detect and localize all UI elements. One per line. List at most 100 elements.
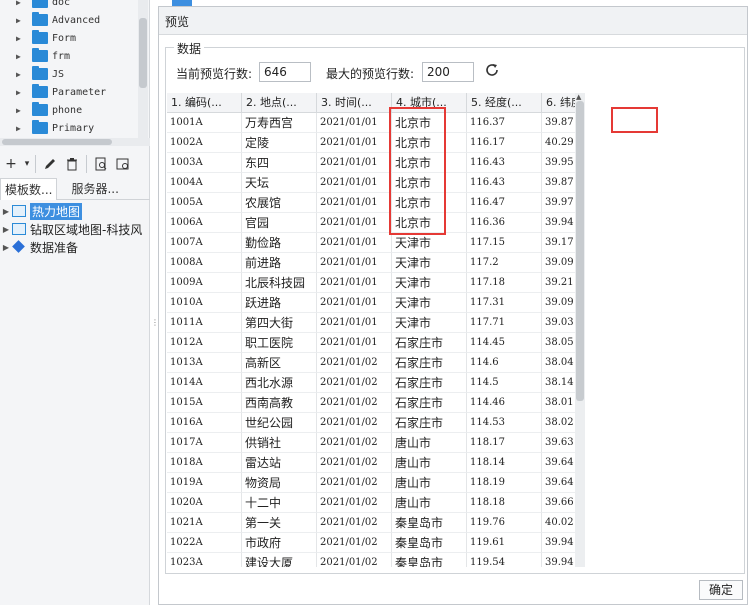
table-row[interactable]: 1018A雷达站2021/01/02唐山市118.1439.64333 xyxy=(167,453,575,473)
column-header[interactable]: 4. 城市(... xyxy=(392,93,467,113)
table-cell: 第四大街 xyxy=(242,313,317,333)
table-row[interactable]: 1004A天坛2021/01/01北京市116.4339.87352 xyxy=(167,173,575,193)
table-cell: 39.21 xyxy=(542,273,575,293)
expand-arrow-icon[interactable]: ▶ xyxy=(16,16,26,25)
table-row[interactable]: 1001A万寿西宫2021/01/01北京市116.3739.87397 xyxy=(167,113,575,133)
table-vertical-scrollbar[interactable]: ▲ xyxy=(575,93,585,567)
tab-template-data[interactable]: 模板数... xyxy=(0,178,58,200)
table-cell: 唐山市 xyxy=(392,433,467,453)
table-row[interactable]: 1016A世纪公园2021/01/02石家庄市114.5338.02513 xyxy=(167,413,575,433)
column-header[interactable]: 5. 经度(... xyxy=(467,93,542,113)
expand-arrow-icon[interactable]: ▶ xyxy=(16,70,26,79)
table-cell: 1001A xyxy=(167,113,242,133)
folder-icon xyxy=(32,102,48,116)
refresh-icon[interactable] xyxy=(484,62,500,78)
table-cell: 十二中 xyxy=(242,493,317,513)
tree-vertical-scrollbar[interactable] xyxy=(138,0,148,138)
table-row[interactable]: 1009A北辰科技园2021/01/01天津市117.1839.21325 xyxy=(167,273,575,293)
table-icon xyxy=(12,223,26,235)
tree-item-label: Primary xyxy=(52,122,95,134)
scroll-thumb[interactable] xyxy=(139,18,147,88)
scroll-thumb[interactable] xyxy=(2,139,112,145)
table-row[interactable]: 1023A建设大厦2021/01/02秦皇岛市119.5439.94275 xyxy=(167,553,575,567)
table-row[interactable]: 1013A高新区2021/01/02石家庄市114.638.04473 xyxy=(167,353,575,373)
table-cell: 雷达站 xyxy=(242,453,317,473)
table-row[interactable]: 1008A前进路2021/01/01天津市117.239.09273 xyxy=(167,253,575,273)
table-cell: 2021/01/01 xyxy=(317,113,392,133)
list-item[interactable]: ▶ 热力地图 xyxy=(0,202,150,220)
column-header[interactable]: 2. 地点(... xyxy=(242,93,317,113)
add-dropdown-icon[interactable]: ▾ xyxy=(22,153,32,175)
expand-arrow-icon[interactable]: ▶ xyxy=(16,52,26,61)
scroll-thumb[interactable] xyxy=(576,101,584,401)
expand-arrow-icon[interactable]: ▶ xyxy=(0,225,12,234)
table-row[interactable]: 1014A西北水源2021/01/02石家庄市114.538.14545 xyxy=(167,373,575,393)
expand-arrow-icon[interactable]: ▶ xyxy=(16,106,26,115)
table-row[interactable]: 1002A定陵2021/01/01北京市116.1740.29207 xyxy=(167,133,575,153)
expand-arrow-icon[interactable]: ▶ xyxy=(16,88,26,97)
table-cell: 114.6 xyxy=(467,353,542,373)
table-row[interactable]: 1012A职工医院2021/01/01石家庄市114.4538.05448 xyxy=(167,333,575,353)
edit-icon[interactable] xyxy=(39,153,61,175)
max-rows-input[interactable]: 200 xyxy=(422,62,474,82)
table-cell: 114.53 xyxy=(467,413,542,433)
table-cell: 39.87 xyxy=(542,113,575,133)
table-cell: 118.17 xyxy=(467,433,542,453)
table-cell: 1006A xyxy=(167,213,242,233)
tab-server-data[interactable]: 服务器... xyxy=(67,178,122,200)
table-row[interactable]: 1019A物资局2021/01/02唐山市118.1939.64319 xyxy=(167,473,575,493)
table-cell: 北京市 xyxy=(392,173,467,193)
column-header[interactable]: 6. 纬度(... xyxy=(542,93,575,113)
expand-arrow-icon[interactable]: ▶ xyxy=(16,0,26,7)
ok-button[interactable]: 确定 xyxy=(699,580,743,600)
tree-item[interactable]: ▶ phone xyxy=(0,101,140,119)
delete-icon[interactable] xyxy=(61,153,83,175)
tree-item[interactable]: ▶ Parameter xyxy=(0,83,140,101)
table-row[interactable]: 1020A十二中2021/01/02唐山市118.1839.66321 xyxy=(167,493,575,513)
folder-icon xyxy=(32,84,48,98)
list-item[interactable]: ▶ 数据准备 xyxy=(0,238,150,256)
settings-icon[interactable] xyxy=(112,153,134,175)
table-row[interactable]: 1022A市政府2021/01/02秦皇岛市119.6139.94224 xyxy=(167,533,575,553)
file-tree: ▶ doc ▶ Advanced ▶ Form ▶ frm ▶ JS ▶ Parameter ▶ phon… xyxy=(0,0,140,138)
tree-horizontal-scrollbar[interactable] xyxy=(0,138,150,146)
folder-icon xyxy=(32,48,48,62)
table-cell: 40.29 xyxy=(542,133,575,153)
table-cell: 1019A xyxy=(167,473,242,493)
tree-item[interactable]: ▶ Primary xyxy=(0,119,140,137)
table-row[interactable]: 1017A供销社2021/01/02唐山市118.1739.63297 xyxy=(167,433,575,453)
tree-item[interactable]: ▶ Advanced xyxy=(0,11,140,29)
table-row[interactable]: 1015A西南高教2021/01/02石家庄市114.4638.01492 xyxy=(167,393,575,413)
add-icon[interactable]: + xyxy=(0,153,22,175)
table-cell: 118.14 xyxy=(467,453,542,473)
table-cell: 1018A xyxy=(167,453,242,473)
tree-item[interactable]: ▶ frm xyxy=(0,47,140,65)
table-row[interactable]: 1011A第四大街2021/01/01天津市117.7139.03215 xyxy=(167,313,575,333)
tree-item[interactable]: ▶ Form xyxy=(0,29,140,47)
scroll-up-icon[interactable]: ▲ xyxy=(576,93,581,101)
table-cell: 116.47 xyxy=(467,193,542,213)
table-row[interactable]: 1021A第一关2021/01/02秦皇岛市119.7640.02255 xyxy=(167,513,575,533)
table-cell: 1009A xyxy=(167,273,242,293)
table-cell: 39.94 xyxy=(542,553,575,567)
column-header[interactable]: 3. 时间(... xyxy=(317,93,392,113)
tree-item[interactable]: ▶ doc xyxy=(0,0,140,11)
current-rows-field[interactable]: 646 xyxy=(259,62,311,82)
table-cell: 2021/01/01 xyxy=(317,173,392,193)
table-row[interactable]: 1010A跃进路2021/01/01天津市117.3139.09278 xyxy=(167,293,575,313)
preview-icon[interactable] xyxy=(90,153,112,175)
list-item[interactable]: ▶ 钻取区域地图-科技风 xyxy=(0,220,150,238)
expand-arrow-icon[interactable]: ▶ xyxy=(16,124,26,133)
expand-arrow-icon[interactable]: ▶ xyxy=(0,243,12,252)
table-row[interactable]: 1007A勤俭路2021/01/01天津市117.1539.17322 xyxy=(167,233,575,253)
folder-icon xyxy=(32,66,48,80)
table-header-row: 1. 编码(... 2. 地点(... 3. 时间(... 4. 城市(... 5. 经… xyxy=(167,93,575,113)
table-row[interactable]: 1006A官园2021/01/01北京市116.3639.94343 xyxy=(167,213,575,233)
table-row[interactable]: 1003A东四2021/01/01北京市116.4339.95365 xyxy=(167,153,575,173)
expand-arrow-icon[interactable]: ▶ xyxy=(16,34,26,43)
column-header[interactable]: 1. 编码(... xyxy=(167,93,242,113)
expand-arrow-icon[interactable]: ▶ xyxy=(0,207,12,216)
tree-item[interactable]: ▶ JS xyxy=(0,65,140,83)
table-row[interactable]: 1005A农展馆2021/01/01北京市116.4739.97341 xyxy=(167,193,575,213)
table-cell: 116.37 xyxy=(467,113,542,133)
